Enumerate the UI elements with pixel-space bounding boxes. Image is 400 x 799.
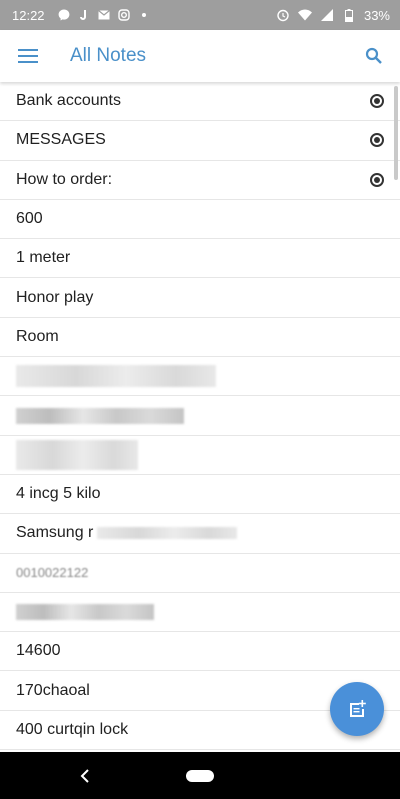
status-bar: 12:22 33%: [0, 0, 400, 30]
note-title: 0010022122: [16, 565, 89, 581]
search-button[interactable]: [348, 30, 400, 82]
j-icon: [77, 8, 91, 22]
blurred-note-title: [16, 439, 138, 470]
menu-button[interactable]: [0, 30, 56, 82]
notes-list: Bank accounts MESSAGES How to order: 600…: [0, 82, 400, 752]
blurred-note-title: [16, 365, 216, 388]
note-title: Room: [16, 327, 59, 345]
note-title: 1 meter: [16, 249, 71, 267]
pin-icon: [370, 172, 384, 187]
note-title: 170chaoal: [16, 681, 90, 699]
signal-icon: [320, 8, 334, 22]
status-time: 12:22: [12, 7, 45, 23]
note-item[interactable]: MESSAGES: [0, 121, 400, 161]
search-icon: [365, 47, 382, 64]
note-item[interactable]: [0, 593, 400, 633]
wifi-icon: [297, 8, 312, 22]
pin-icon: [370, 94, 384, 109]
note-title: 400 curtqin lock: [16, 720, 129, 738]
note-title: MESSAGES: [16, 131, 106, 149]
note-title: 14600: [16, 642, 61, 660]
mail-icon: [97, 8, 111, 22]
battery-percent: 33%: [363, 7, 390, 23]
back-icon[interactable]: [80, 766, 90, 789]
instagram-icon: [117, 8, 131, 22]
note-item[interactable]: 0010022122: [0, 554, 400, 593]
note-title: 4 incg 5 kilo: [16, 485, 101, 503]
page-title: All Notes: [70, 45, 147, 66]
note-item[interactable]: 4 incg 5 kilo: [0, 475, 400, 515]
new-note-button[interactable]: [330, 682, 384, 736]
pin-icon: [370, 133, 384, 148]
note-item[interactable]: Honor play: [0, 278, 400, 318]
blurred-note-title: [16, 407, 184, 424]
note-title: Honor play: [16, 288, 94, 306]
home-button[interactable]: [186, 769, 214, 782]
dot-icon: [137, 8, 151, 22]
note-title: How to order:: [16, 170, 113, 188]
blurred-note-title: [97, 527, 238, 540]
app-bar: All Notes: [0, 30, 400, 82]
note-item[interactable]: Bank accounts: [0, 82, 400, 122]
blurred-note-title: [16, 604, 154, 620]
hamburger-menu-icon: [18, 49, 38, 63]
note-title: Bank accounts: [16, 92, 121, 110]
new-note-icon: [350, 700, 366, 717]
note-item[interactable]: 1 meter: [0, 239, 400, 279]
note-title: 600: [16, 210, 43, 228]
note-item[interactable]: 14600: [0, 632, 400, 672]
note-item[interactable]: How to order:: [0, 161, 400, 200]
note-item[interactable]: [0, 396, 400, 436]
note-item[interactable]: Room: [0, 318, 400, 358]
messenger-icon: [57, 8, 71, 22]
note-item[interactable]: [0, 436, 400, 475]
system-nav-bar: [0, 752, 400, 799]
note-title: Samsung r: [16, 524, 94, 542]
scrollbar[interactable]: [394, 86, 398, 180]
note-item[interactable]: Samsung r: [0, 514, 400, 554]
battery-icon: [342, 8, 356, 22]
note-item[interactable]: 600: [0, 200, 400, 240]
note-item[interactable]: [0, 357, 400, 397]
alarm-icon: [276, 8, 290, 22]
